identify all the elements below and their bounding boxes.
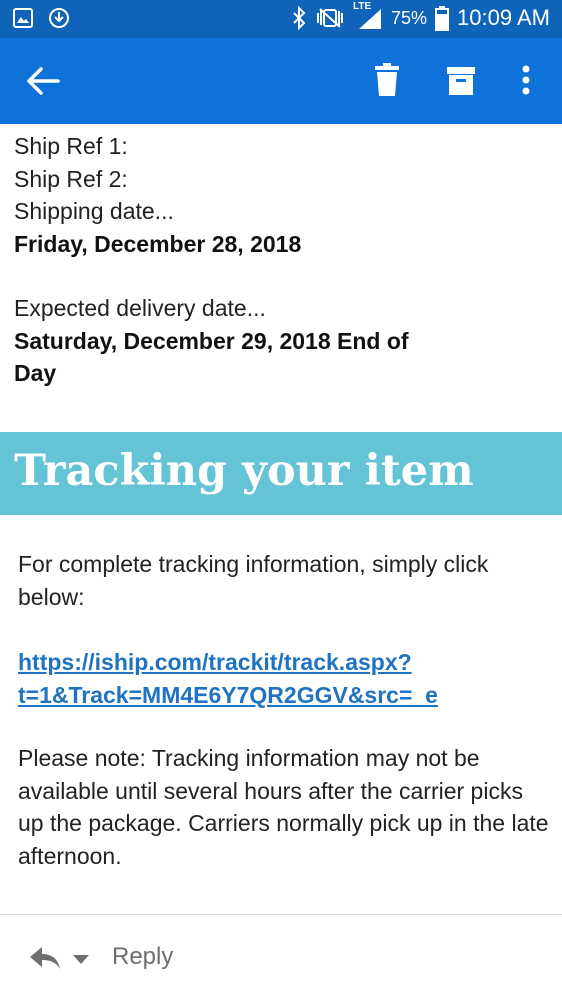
reply-icon[interactable] xyxy=(28,945,62,971)
shipping-date-value: Friday, December 28, 2018 xyxy=(14,230,302,257)
status-bar: LTE 75% 10:09 AM xyxy=(0,0,562,38)
ship-ref-2: Ship Ref 2: xyxy=(14,165,128,192)
tracking-banner: Tracking your item xyxy=(0,432,562,515)
delivery-date-label: Expected delivery date... xyxy=(14,295,266,321)
tracking-heading: Tracking your item xyxy=(14,446,474,496)
archive-icon[interactable] xyxy=(446,63,476,97)
clock: 10:09 AM xyxy=(457,5,550,30)
tracking-link-line2[interactable]: t=1&Track=MM4E6Y7QR2GGV&src=_e xyxy=(18,679,548,712)
tracking-note: Please note: Tracking information may no… xyxy=(18,745,549,869)
more-vertical-icon[interactable] xyxy=(516,63,536,97)
vibrate-icon xyxy=(317,8,344,28)
app-bar xyxy=(0,38,562,124)
delivery-date-value-line2: Day xyxy=(14,360,57,386)
battery-percent: 75% xyxy=(391,7,428,28)
bluetooth-icon xyxy=(293,6,306,30)
back-arrow-icon[interactable] xyxy=(26,66,60,96)
status-right: LTE 75% 10:09 AM xyxy=(291,1,550,31)
battery-icon xyxy=(435,6,450,31)
tracking-link-line1[interactable]: https://iship.com/trackit/track.aspx? xyxy=(18,646,548,679)
reply-footer: Reply xyxy=(0,915,562,1000)
tracking-link[interactable]: https://iship.com/trackit/track.aspx? t=… xyxy=(18,646,548,711)
status-left-icons xyxy=(12,7,70,29)
chevron-down-icon[interactable] xyxy=(72,953,90,965)
shipping-date-label: Shipping date... xyxy=(14,198,174,224)
reply-button[interactable]: Reply xyxy=(112,943,173,971)
delivery-date-value-line1: Saturday, December 29, 2018 End of xyxy=(14,327,409,354)
ship-ref-1: Ship Ref 1: xyxy=(14,133,128,159)
delete-icon[interactable] xyxy=(372,63,402,97)
tracking-intro: For complete tracking information, simpl… xyxy=(18,551,489,610)
gallery-icon xyxy=(13,8,33,28)
download-icon xyxy=(49,8,69,28)
signal-icon: LTE xyxy=(353,1,383,31)
shipping-details: Ship Ref 1: Ship Ref 2: Shipping date...… xyxy=(14,130,544,390)
